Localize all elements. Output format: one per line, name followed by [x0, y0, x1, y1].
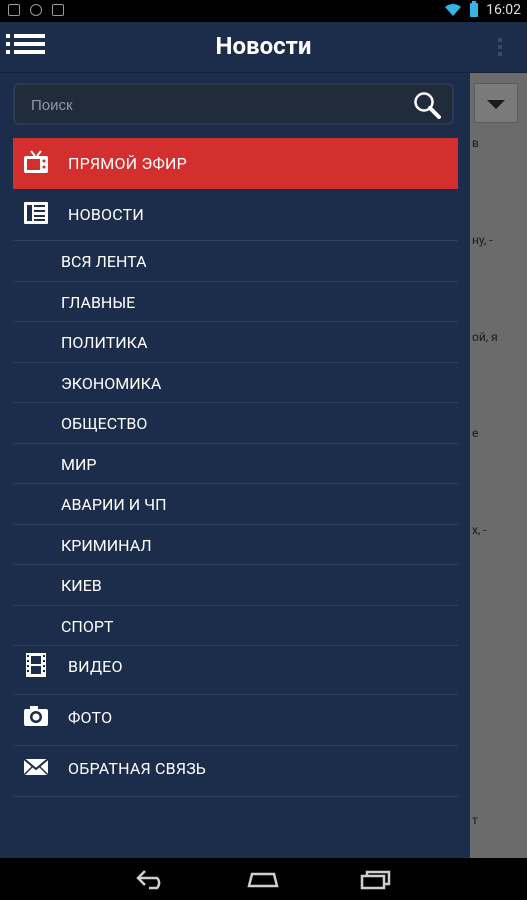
recent-apps-icon[interactable]: [360, 868, 392, 890]
home-icon[interactable]: [246, 868, 280, 890]
content-area: [470, 73, 527, 858]
drawer-item-label: ОБРАТНАЯ СВЯЗЬ: [68, 759, 207, 778]
subitem-label: МИР: [61, 455, 97, 474]
drawer-subitem-crime[interactable]: КРИМИНАЛ: [13, 525, 458, 565]
image-notification-icon: [8, 4, 20, 16]
content-text: ой, я: [472, 330, 498, 344]
drawer-item-label: ПРЯМОЙ ЭФИР: [68, 154, 187, 173]
status-bar: 16:02: [0, 0, 527, 22]
drawer-item-live[interactable]: ПРЯМОЙ ЭФИР: [13, 138, 458, 189]
content-text: в: [472, 136, 479, 150]
navigation-drawer: ПРЯМОЙ ЭФИР НОВОСТИ ВСЯ ЛЕНТА ГЛАВНЫЕ ПО…: [0, 73, 470, 858]
drawer-subitem-kiev[interactable]: КИЕВ: [13, 565, 458, 605]
battery-icon: [470, 1, 479, 17]
envelope-icon: [23, 758, 49, 776]
drawer-subitem-all[interactable]: ВСЯ ЛЕНТА: [13, 241, 458, 281]
subitem-label: АВАРИИ И ЧП: [61, 495, 167, 514]
subitem-label: ГЛАВНЫЕ: [61, 293, 136, 312]
drawer-subitem-main[interactable]: ГЛАВНЫЕ: [13, 282, 458, 322]
app-bar: Новости: [0, 22, 527, 73]
back-icon[interactable]: [135, 868, 167, 890]
content-text: ну, -: [472, 233, 493, 247]
chrome-notification-icon: [30, 4, 42, 16]
drawer-subitem-politics[interactable]: ПОЛИТИКА: [13, 322, 458, 362]
page-title: Новости: [215, 32, 312, 60]
camera-icon: [24, 706, 48, 726]
search-input[interactable]: [29, 94, 393, 116]
subitem-label: ЭКОНОМИКА: [61, 374, 162, 393]
drawer-subitem-economy[interactable]: ЭКОНОМИКА: [13, 363, 458, 403]
subitem-label: СПОРТ: [61, 617, 114, 636]
drawer-subitem-society[interactable]: ОБЩЕСТВО: [13, 403, 458, 443]
film-icon: [26, 653, 46, 677]
wifi-icon: [445, 3, 462, 17]
drawer-item-news[interactable]: НОВОСТИ: [13, 189, 458, 240]
subitem-label: ОБЩЕСТВО: [61, 414, 148, 433]
drawer-item-feedback[interactable]: ОБРАТНАЯ СВЯЗЬ: [13, 743, 458, 794]
drawer-item-video[interactable]: ВИДЕО: [13, 641, 458, 692]
dropdown-button[interactable]: [474, 83, 518, 123]
subitem-label: КРИМИНАЛ: [61, 536, 152, 555]
drawer-subitem-sport[interactable]: СПОРТ: [13, 606, 458, 646]
shop-notification-icon: [52, 4, 64, 16]
system-nav-bar: [0, 858, 527, 900]
subitem-label: ВСЯ ЛЕНТА: [61, 252, 147, 271]
drawer-item-label: ФОТО: [68, 708, 113, 727]
status-time: 16:02: [486, 2, 521, 18]
tv-icon: [24, 150, 48, 173]
content-text: е: [472, 426, 479, 440]
divider: [13, 796, 458, 797]
overflow-menu-icon[interactable]: [497, 38, 503, 58]
subitem-label: КИЕВ: [61, 576, 102, 595]
drawer-subitem-accidents[interactable]: АВАРИИ И ЧП: [13, 484, 458, 524]
drawer-item-photo[interactable]: ФОТО: [13, 692, 458, 743]
newspaper-icon: [24, 202, 48, 224]
drawer-subitem-world[interactable]: МИР: [13, 444, 458, 484]
search-icon[interactable]: [412, 91, 442, 119]
subitem-label: ПОЛИТИКА: [61, 333, 148, 352]
search-box: [13, 83, 454, 125]
drawer-item-label: НОВОСТИ: [68, 205, 144, 224]
content-text: т: [472, 813, 478, 827]
drawer-item-label: ВИДЕО: [68, 657, 123, 676]
content-text: х, -: [472, 523, 487, 537]
